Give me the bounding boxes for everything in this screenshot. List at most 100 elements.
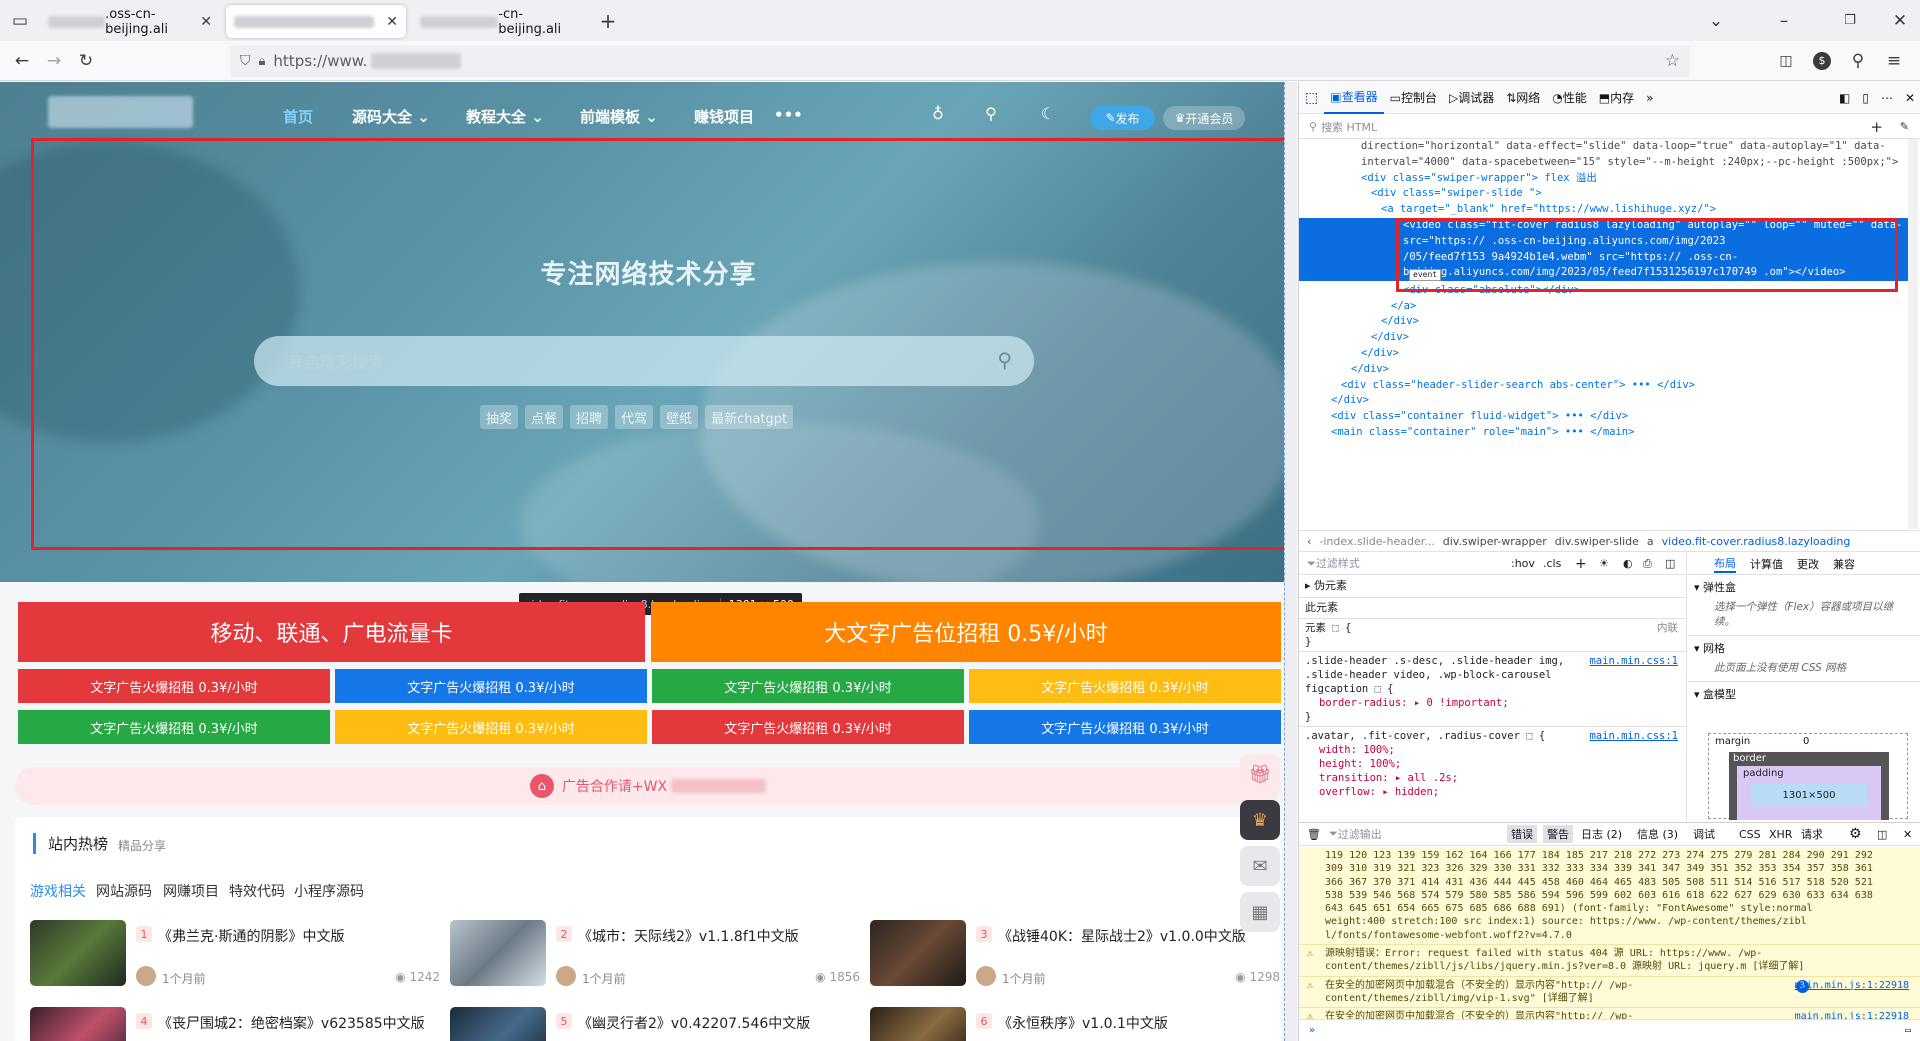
search-icon[interactable]: ⚲ [980, 104, 1002, 126]
list-item[interactable]: 2 《城市：天际线2》v1.1.8f1中文版 1个月前 ◉ 1856 [450, 920, 860, 990]
list-item[interactable]: 6 《永恒秩序》v1.0.1中文版 [870, 1007, 1280, 1041]
responsive-icon[interactable]: ▯ [1856, 82, 1875, 114]
list-item[interactable]: 5 《幽灵行者2》v0.42207.546中文版 [450, 1007, 860, 1041]
filter-info[interactable]: 信息 (3) [1637, 826, 1678, 842]
close-icon[interactable]: ✕ [386, 14, 398, 30]
css-rule[interactable]: .slide-header .s-desc, .slide-header img… [1299, 652, 1686, 727]
eyedropper-icon[interactable]: ✎ [1900, 120, 1909, 133]
tab-list-icon[interactable]: ▭ [4, 5, 36, 37]
avatar[interactable] [136, 966, 156, 986]
overflow-chevron-icon[interactable]: » [1640, 82, 1659, 114]
filter-errors[interactable]: 错误 [1507, 825, 1537, 843]
chevron-down-icon[interactable]: ⌄ [1700, 5, 1732, 37]
minimize-icon[interactable]: – [1768, 5, 1800, 37]
thumbnail[interactable] [450, 1007, 546, 1041]
tab-layout[interactable]: 布局 [1714, 555, 1736, 573]
filter-requests[interactable]: 请求 [1801, 826, 1823, 842]
pseudo-elements-toggle[interactable]: ▸ 伪元素 [1299, 575, 1686, 598]
tab-debugger[interactable]: ▷ 调试器 [1443, 82, 1500, 114]
ad-text-link[interactable]: 文字广告火爆招租 0.3¥/小时 [18, 710, 330, 744]
thumbnail[interactable] [450, 920, 546, 986]
tab-effects-code[interactable]: 特效代码 [229, 881, 285, 901]
bulb-icon[interactable]: ♁ [927, 104, 949, 126]
breadcrumb-item[interactable]: -index.slide-header... [1319, 535, 1434, 548]
css-rule[interactable]: .avatar, .fit-cover, .radius-cover ⬚ { m… [1299, 727, 1686, 801]
console-message[interactable]: 119 120 123 139 159 162 164 166 177 184 … [1299, 847, 1920, 946]
avatar[interactable] [556, 966, 576, 986]
thumbnail[interactable] [30, 920, 126, 986]
qrcode-icon[interactable]: ▦ [1240, 892, 1280, 932]
hov-toggle[interactable]: :hov [1511, 557, 1535, 571]
lock-icon[interactable]: 🔒︎ [259, 54, 266, 69]
extensions-icon[interactable]: ⚲ [1842, 45, 1874, 77]
thumbnail[interactable] [30, 1007, 126, 1041]
filter-logs[interactable]: 日志 (2) [1581, 826, 1622, 842]
nav-tutorials[interactable]: 教程大全 ⌄ [466, 106, 544, 127]
chevron-left-icon[interactable]: ‹ [1307, 535, 1311, 548]
thumbnail[interactable] [870, 920, 966, 986]
tab-games[interactable]: 游戏相关 [30, 881, 86, 901]
bookmark-star-icon[interactable]: ☆ [1665, 51, 1680, 71]
item-title[interactable]: 《弗兰克·斯通的阴影》中文版 [158, 926, 344, 946]
ad-text-link[interactable]: 文字广告火爆招租 0.3¥/小时 [652, 669, 964, 703]
thumbnail[interactable] [870, 1007, 966, 1041]
browser-tab-1[interactable]: .oss-cn-beijing.ali ✕ [40, 5, 220, 38]
ad-text-link[interactable]: 文字广告火爆招租 0.3¥/小时 [969, 669, 1281, 703]
crown-icon[interactable]: ♛ [1240, 800, 1280, 840]
print-icon[interactable]: ⎙ [1643, 557, 1652, 571]
tree-line[interactable]: </div> [1299, 362, 1909, 378]
filter-css[interactable]: CSS [1739, 828, 1761, 841]
item-title[interactable]: 《丧尸围城2：绝密档案》v623585中文版 [158, 1013, 425, 1033]
breadcrumb-item[interactable]: video.fit-cover.radius8.lazyloading [1662, 535, 1851, 548]
item-title[interactable]: 《永恒秩序》v1.0.1中文版 [998, 1013, 1168, 1033]
new-tab-button[interactable]: + [592, 5, 624, 37]
tree-line[interactable]: </div> [1299, 330, 1909, 346]
reload-icon[interactable]: ↻ [70, 45, 102, 77]
nav-source-code[interactable]: 源码大全 ⌄ [352, 106, 430, 127]
menu-icon[interactable]: ≡ [1878, 45, 1910, 77]
tree-line[interactable]: interval="4000" data-spacebetween="15" s… [1299, 155, 1909, 171]
restore-icon[interactable]: ❐ [1834, 5, 1866, 37]
console-warning[interactable]: ⚠ 在安全的加密网页中加载混合（不安全的）显示内容"http:// /wp-co… [1299, 976, 1920, 1009]
vip-button[interactable]: ♛ 开通会员 [1163, 106, 1245, 130]
close-icon[interactable]: ✕ [200, 14, 212, 30]
nav-money-projects[interactable]: 赚钱项目 [694, 106, 754, 127]
publish-button[interactable]: ✎ 发布 [1090, 106, 1155, 130]
html-search-input[interactable]: ⚲ 搜索 HTML + ✎ [1299, 115, 1920, 139]
tree-line[interactable]: </div> [1299, 393, 1909, 409]
split-console-icon[interactable]: ▭ [1905, 1024, 1911, 1037]
tab-computed[interactable]: 计算值 [1750, 556, 1783, 572]
breadcrumb-item[interactable]: div.swiper-wrapper [1443, 535, 1547, 548]
tab-mini-program-source[interactable]: 小程序源码 [294, 881, 364, 901]
page-scrollbar[interactable] [1284, 82, 1297, 1041]
rule-property[interactable]: border-radius: ▸ 0 !important; [1305, 696, 1680, 710]
tree-line[interactable]: <div class="header-slider-search abs-cen… [1299, 378, 1909, 394]
browser-tab-3[interactable]: -cn-beijing.ali [412, 5, 592, 38]
tree-line[interactable]: direction="horizontal" data-effect="slid… [1299, 139, 1909, 155]
element-rule[interactable]: 元素 ⬚ { 内联 } [1299, 619, 1686, 652]
gift-icon[interactable]: 🎁︎ [1240, 754, 1280, 794]
list-item[interactable]: 3 《战锤40K：星际战士2》v1.0.0中文版 1个月前 ◉ 1298 [870, 920, 1280, 990]
browser-tab-2[interactable]: ✕ [226, 5, 406, 38]
wechat-icon[interactable]: ✉ [1240, 846, 1280, 886]
breadcrumb-item[interactable]: div.swiper-slide [1555, 535, 1639, 548]
console-warning[interactable]: ⚠ 源映射错误：Error: request failed with statu… [1299, 945, 1920, 977]
tree-line[interactable]: </div> [1299, 346, 1909, 362]
console-filter-input[interactable]: 过滤输出 [1338, 826, 1382, 842]
dock-icon[interactable]: ◫ [1877, 828, 1887, 841]
rule-property[interactable]: overflow: ▸ hidden; [1305, 785, 1680, 799]
close-icon[interactable]: ✕ [1903, 828, 1912, 841]
item-title[interactable]: 《幽灵行者2》v0.42207.546中文版 [578, 1013, 810, 1033]
ad-contact-banner[interactable]: ⌂ 广告合作请+WX [15, 767, 1281, 805]
tab-inspector[interactable]: ▣ 查看器 [1324, 82, 1384, 114]
ad-banner-sim-card[interactable]: 移动、联通、广电流量卡 [18, 602, 645, 662]
tab-website-source[interactable]: 网站源码 [96, 881, 152, 901]
light-mode-icon[interactable]: ☀ [1599, 557, 1609, 571]
item-title[interactable]: 《战锤40K：星际战士2》v1.0.0中文版 [998, 926, 1246, 946]
rule-property[interactable]: width: 100%; [1305, 743, 1680, 757]
breadcrumb-item[interactable]: a [1647, 535, 1654, 548]
add-node-icon[interactable]: + [1870, 118, 1883, 136]
tree-line[interactable]: </a> [1299, 299, 1909, 315]
box-model-section[interactable]: ▾ 盒模型 [1688, 681, 1920, 706]
cls-toggle[interactable]: .cls [1543, 557, 1561, 571]
